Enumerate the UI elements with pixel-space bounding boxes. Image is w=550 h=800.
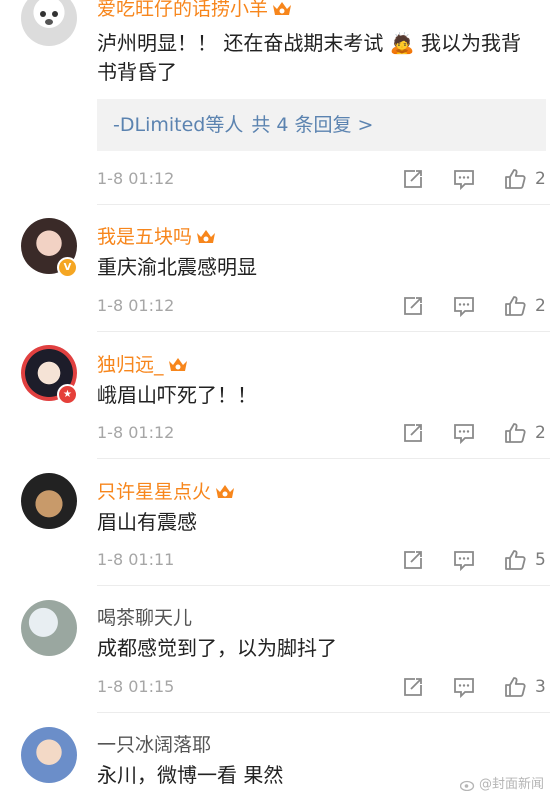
avatar[interactable] <box>21 727 77 783</box>
weibo-logo-icon <box>459 780 475 791</box>
comment-text: 峨眉山吓死了！！ <box>97 383 257 407</box>
username-text[interactable]: 喝茶聊天儿 <box>97 607 192 629</box>
vip-crown-icon <box>216 485 235 498</box>
avatar[interactable] <box>21 600 77 656</box>
comment-icon[interactable] <box>452 167 476 191</box>
avatar[interactable] <box>21 0 77 46</box>
vip-crown-icon <box>273 2 292 15</box>
official-badge-icon: ★ <box>57 384 78 405</box>
like-count: 2 <box>535 169 546 189</box>
vip-crown-icon <box>197 230 216 243</box>
like-icon[interactable] <box>503 167 527 191</box>
watermark-text: @封面新闻 <box>478 777 544 792</box>
comment-icon[interactable] <box>452 675 476 699</box>
reply-names[interactable]: -DLimited等人 <box>113 114 243 136</box>
verified-badge-icon: V <box>57 257 78 278</box>
username-text[interactable]: 爱吃旺仔的话捞小羊 <box>97 0 268 20</box>
divider <box>97 458 550 459</box>
repost-icon[interactable] <box>401 421 425 445</box>
username[interactable]: 爱吃旺仔的话捞小羊 <box>97 0 293 21</box>
repost-icon[interactable] <box>401 167 425 191</box>
username[interactable]: 只许星星点火 <box>97 477 236 504</box>
comment-time: 1-8 01:11 <box>97 550 175 569</box>
comment-time: 1-8 01:12 <box>97 169 175 188</box>
like-icon[interactable] <box>503 421 527 445</box>
reply-count-link[interactable]: 共 4 条回复 > <box>251 114 373 136</box>
username-text[interactable]: 一只冰阔落耶 <box>97 734 211 756</box>
avatar[interactable] <box>21 473 77 529</box>
username-text[interactable]: 我是五块吗 <box>97 226 192 248</box>
like-icon[interactable] <box>503 548 527 572</box>
comment-icon[interactable] <box>452 294 476 318</box>
like-icon[interactable] <box>503 675 527 699</box>
username[interactable]: 喝茶聊天儿 <box>97 603 192 630</box>
like-count: 2 <box>535 296 546 316</box>
divider <box>97 585 550 586</box>
watermark: @封面新闻 <box>459 773 544 792</box>
username-text[interactable]: 只许星星点火 <box>97 481 211 503</box>
comment-icon[interactable] <box>452 421 476 445</box>
comment-text: 眉山有震感 <box>97 510 197 534</box>
divider <box>97 204 550 205</box>
comment-text: 成都感觉到了，以为脚抖了 <box>97 636 337 660</box>
repost-icon[interactable] <box>401 548 425 572</box>
username[interactable]: 一只冰阔落耶 <box>97 730 211 757</box>
vip-crown-icon <box>168 358 187 371</box>
comment-text: 重庆渝北震感明显 <box>97 255 257 279</box>
repost-icon[interactable] <box>401 294 425 318</box>
like-icon[interactable] <box>503 294 527 318</box>
repost-icon[interactable] <box>401 675 425 699</box>
replies-box[interactable]: -DLimited等人共 4 条回复 > <box>97 99 546 151</box>
divider <box>97 712 550 713</box>
comment-icon[interactable] <box>452 548 476 572</box>
username[interactable]: 我是五块吗 <box>97 222 217 249</box>
comment-time: 1-8 01:12 <box>97 423 175 442</box>
username-text[interactable]: 独归远_ <box>97 354 164 376</box>
divider <box>97 331 550 332</box>
comment-text: 泸州明显！！ 还在奋战期末考试 🙇 我以为我背书背昏了 <box>97 31 521 84</box>
like-count: 5 <box>535 550 546 570</box>
comment-time: 1-8 01:12 <box>97 296 175 315</box>
like-count: 2 <box>535 423 546 443</box>
username[interactable]: 独归远_ <box>97 350 189 377</box>
comment-time: 1-8 01:15 <box>97 677 175 696</box>
like-count: 3 <box>535 677 546 697</box>
